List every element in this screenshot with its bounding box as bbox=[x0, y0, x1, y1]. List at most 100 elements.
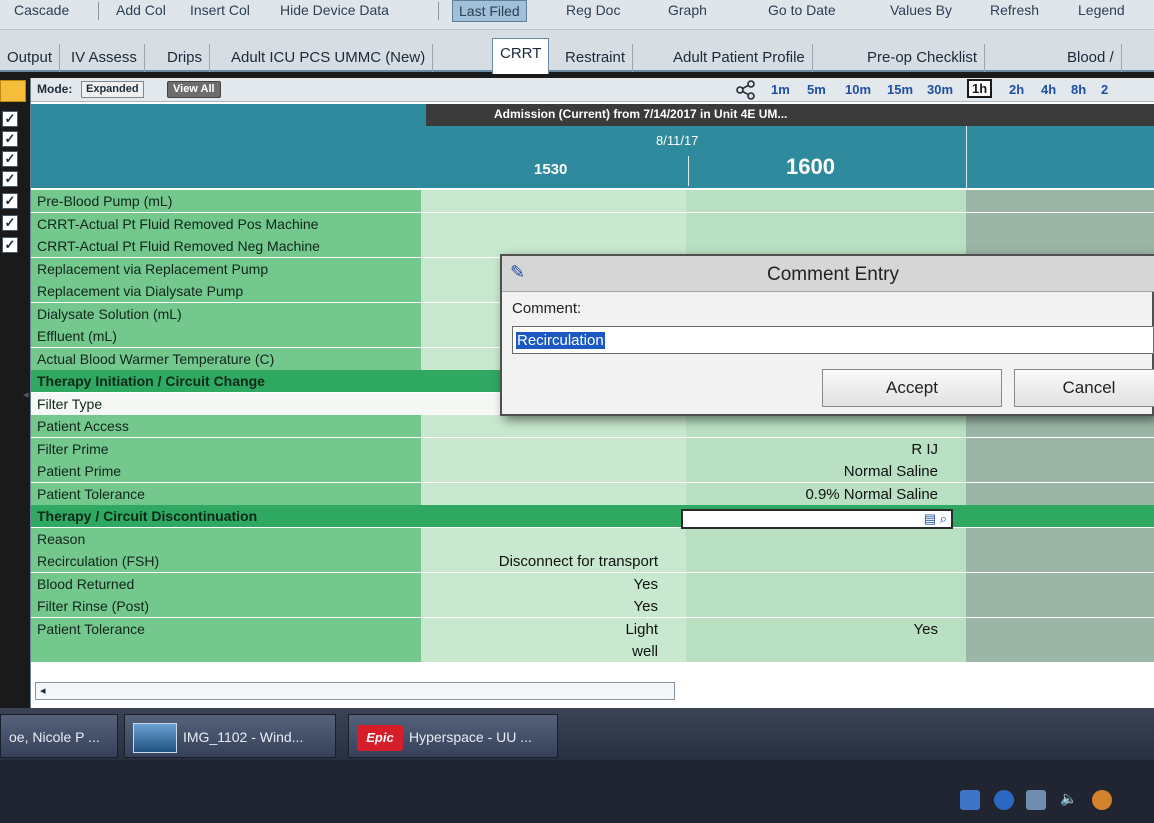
tab-drips[interactable]: Drips bbox=[160, 44, 211, 72]
row-checkbox-1[interactable]: ✓ bbox=[2, 111, 18, 127]
toolbar-last-filed[interactable]: Last Filed bbox=[452, 0, 527, 22]
interval-more[interactable]: 2 bbox=[1101, 82, 1108, 97]
tab-crrt[interactable]: CRRT bbox=[492, 38, 550, 74]
row-cell-1[interactable] bbox=[421, 212, 686, 235]
row-cell-1[interactable] bbox=[421, 527, 686, 550]
tab-adult-patient-profile[interactable]: Adult Patient Profile bbox=[666, 44, 813, 72]
toolbar-refresh[interactable]: Refresh bbox=[990, 2, 1039, 18]
toolbar-values-by[interactable]: Values By bbox=[890, 2, 952, 18]
interval-1m[interactable]: 1m bbox=[771, 82, 790, 97]
toolbar-insert-col[interactable]: Insert Col bbox=[190, 2, 250, 18]
toolbar-hide-device-data[interactable]: Hide Device Data bbox=[280, 2, 389, 18]
row-checkbox-6[interactable]: ✓ bbox=[2, 215, 18, 231]
task-image-viewer[interactable]: IMG_1102 - Wind... bbox=[124, 714, 336, 758]
table-row[interactable]: Patient Access bbox=[31, 415, 1154, 437]
row-cell-1[interactable] bbox=[421, 460, 686, 482]
table-row[interactable]: Recirculation (FSH) Disconnect for transp… bbox=[31, 550, 1154, 572]
tab-adult-icu-pcs[interactable]: Adult ICU PCS UMMC (New) bbox=[224, 44, 434, 72]
interval-8h[interactable]: 8h bbox=[1071, 82, 1086, 97]
toolbar-cascade[interactable]: Cascade bbox=[14, 2, 69, 18]
row-checkbox-5[interactable]: ✓ bbox=[2, 193, 18, 209]
scroll-left-arrow-icon[interactable]: ◂ bbox=[40, 684, 46, 697]
tray-browser-icon[interactable] bbox=[1092, 790, 1112, 810]
row-cell-3[interactable] bbox=[966, 460, 1154, 482]
row-cell-3[interactable] bbox=[966, 572, 1154, 595]
row-cell-1[interactable] bbox=[421, 482, 686, 505]
row-cell-2[interactable] bbox=[686, 640, 966, 662]
row-cell-3[interactable] bbox=[966, 190, 1154, 212]
share-icon[interactable] bbox=[735, 80, 757, 100]
row-cell-2[interactable] bbox=[686, 550, 966, 572]
interval-15m[interactable]: 15m bbox=[887, 82, 913, 97]
table-row[interactable]: Pre-Blood Pump (mL) bbox=[31, 190, 1154, 212]
table-row[interactable]: Therapy / Circuit Discontinuationwell bbox=[31, 505, 1154, 527]
row-cell-3[interactable] bbox=[966, 640, 1154, 662]
task-hyperspace[interactable]: Epic Hyperspace - UU ... bbox=[348, 714, 558, 758]
tray-display-icon[interactable] bbox=[1026, 790, 1046, 810]
tray-volume-icon[interactable]: 🔈 bbox=[1060, 790, 1080, 810]
tab-output[interactable]: Output bbox=[0, 44, 61, 72]
row-cell-3[interactable] bbox=[966, 482, 1154, 505]
row-checkbox-2[interactable]: ✓ bbox=[2, 131, 18, 147]
row-cell-3[interactable] bbox=[966, 527, 1154, 550]
row-cell-2[interactable] bbox=[686, 212, 966, 235]
row-cell-3[interactable] bbox=[966, 550, 1154, 572]
mode-expanded-button[interactable]: Expanded bbox=[81, 81, 144, 98]
table-row[interactable]: Filter Rinse (Post) Yes bbox=[31, 595, 1154, 617]
toolbar-graph[interactable]: Graph bbox=[668, 2, 707, 18]
row-cell-3[interactable] bbox=[966, 212, 1154, 235]
comment-selected-text[interactable]: Recirculation bbox=[516, 332, 605, 349]
interval-1h[interactable]: 1h bbox=[967, 79, 993, 98]
cancel-button[interactable]: Cancel bbox=[1014, 369, 1154, 407]
collapse-arrow-icon[interactable]: ◂ bbox=[23, 388, 29, 401]
dialog-title-bar[interactable]: ✎ Comment Entry bbox=[502, 256, 1154, 292]
row-cell-2[interactable] bbox=[686, 415, 966, 437]
view-all-button[interactable]: View All bbox=[167, 81, 221, 98]
table-row[interactable]: well bbox=[31, 640, 1154, 662]
row-cell-2[interactable] bbox=[686, 190, 966, 212]
toolbar-legend[interactable]: Legend bbox=[1078, 2, 1125, 18]
row-checkbox-7[interactable]: ✓ bbox=[2, 237, 18, 253]
table-row[interactable]: Reason bbox=[31, 527, 1154, 550]
table-row[interactable]: Blood Returned Yes bbox=[31, 572, 1154, 595]
interval-30m[interactable]: 30m bbox=[927, 82, 953, 97]
horizontal-scrollbar[interactable]: ◂ bbox=[35, 682, 675, 700]
interval-10m[interactable]: 10m bbox=[845, 82, 871, 97]
row-cell-2[interactable] bbox=[686, 527, 966, 550]
row-cell-2[interactable] bbox=[686, 595, 966, 617]
row-cell-3[interactable] bbox=[966, 595, 1154, 617]
row-cell-1[interactable] bbox=[421, 190, 686, 212]
row-cell-1[interactable] bbox=[421, 437, 686, 460]
tab-pre-op-checklist[interactable]: Pre-op Checklist bbox=[860, 44, 986, 72]
table-row[interactable]: Patient Tolerance 0.9% Normal Saline bbox=[31, 482, 1154, 505]
interval-5m[interactable]: 5m bbox=[807, 82, 826, 97]
tab-blood[interactable]: Blood / bbox=[1060, 44, 1122, 72]
accept-button[interactable]: Accept bbox=[822, 369, 1002, 407]
tab-restraint[interactable]: Restraint bbox=[558, 44, 634, 72]
lookup-search-icon[interactable]: ▤ ⌕ bbox=[924, 511, 947, 527]
tray-network-icon[interactable] bbox=[960, 790, 980, 810]
row-checkbox-4[interactable]: ✓ bbox=[2, 171, 18, 187]
row-cell-3[interactable] bbox=[966, 415, 1154, 437]
toolbar-add-col[interactable]: Add Col bbox=[116, 2, 166, 18]
comment-input[interactable]: Recirculation bbox=[512, 326, 1154, 354]
tab-iv-assess[interactable]: IV Assess bbox=[64, 44, 145, 72]
interval-2h[interactable]: 2h bbox=[1009, 82, 1024, 97]
row-cell-3[interactable] bbox=[966, 617, 1154, 640]
tray-app-icon[interactable] bbox=[994, 790, 1014, 810]
patient-access-input[interactable]: ▤ ⌕ bbox=[681, 509, 953, 529]
toolbar-go-to-date[interactable]: Go to Date bbox=[768, 2, 836, 18]
row-cell-1[interactable] bbox=[421, 415, 686, 437]
task-user[interactable]: oe, Nicole P ... bbox=[0, 714, 118, 758]
table-row[interactable]: Filter Prime R IJ bbox=[31, 437, 1154, 460]
table-row[interactable]: Patient Tolerance Light Yes bbox=[31, 617, 1154, 640]
interval-4h[interactable]: 4h bbox=[1041, 82, 1056, 97]
toolbar-reg-doc[interactable]: Reg Doc bbox=[566, 2, 620, 18]
row-cell-3[interactable] bbox=[966, 437, 1154, 460]
column-time-1530[interactable]: 1530 bbox=[534, 161, 567, 178]
column-time-1600[interactable]: 1600 bbox=[786, 154, 835, 180]
table-row[interactable]: CRRT-Actual Pt Fluid Removed Pos Machine bbox=[31, 212, 1154, 235]
row-cell-2[interactable] bbox=[686, 572, 966, 595]
table-row[interactable]: Patient Prime Normal Saline bbox=[31, 460, 1154, 482]
row-checkbox-3[interactable]: ✓ bbox=[2, 151, 18, 167]
